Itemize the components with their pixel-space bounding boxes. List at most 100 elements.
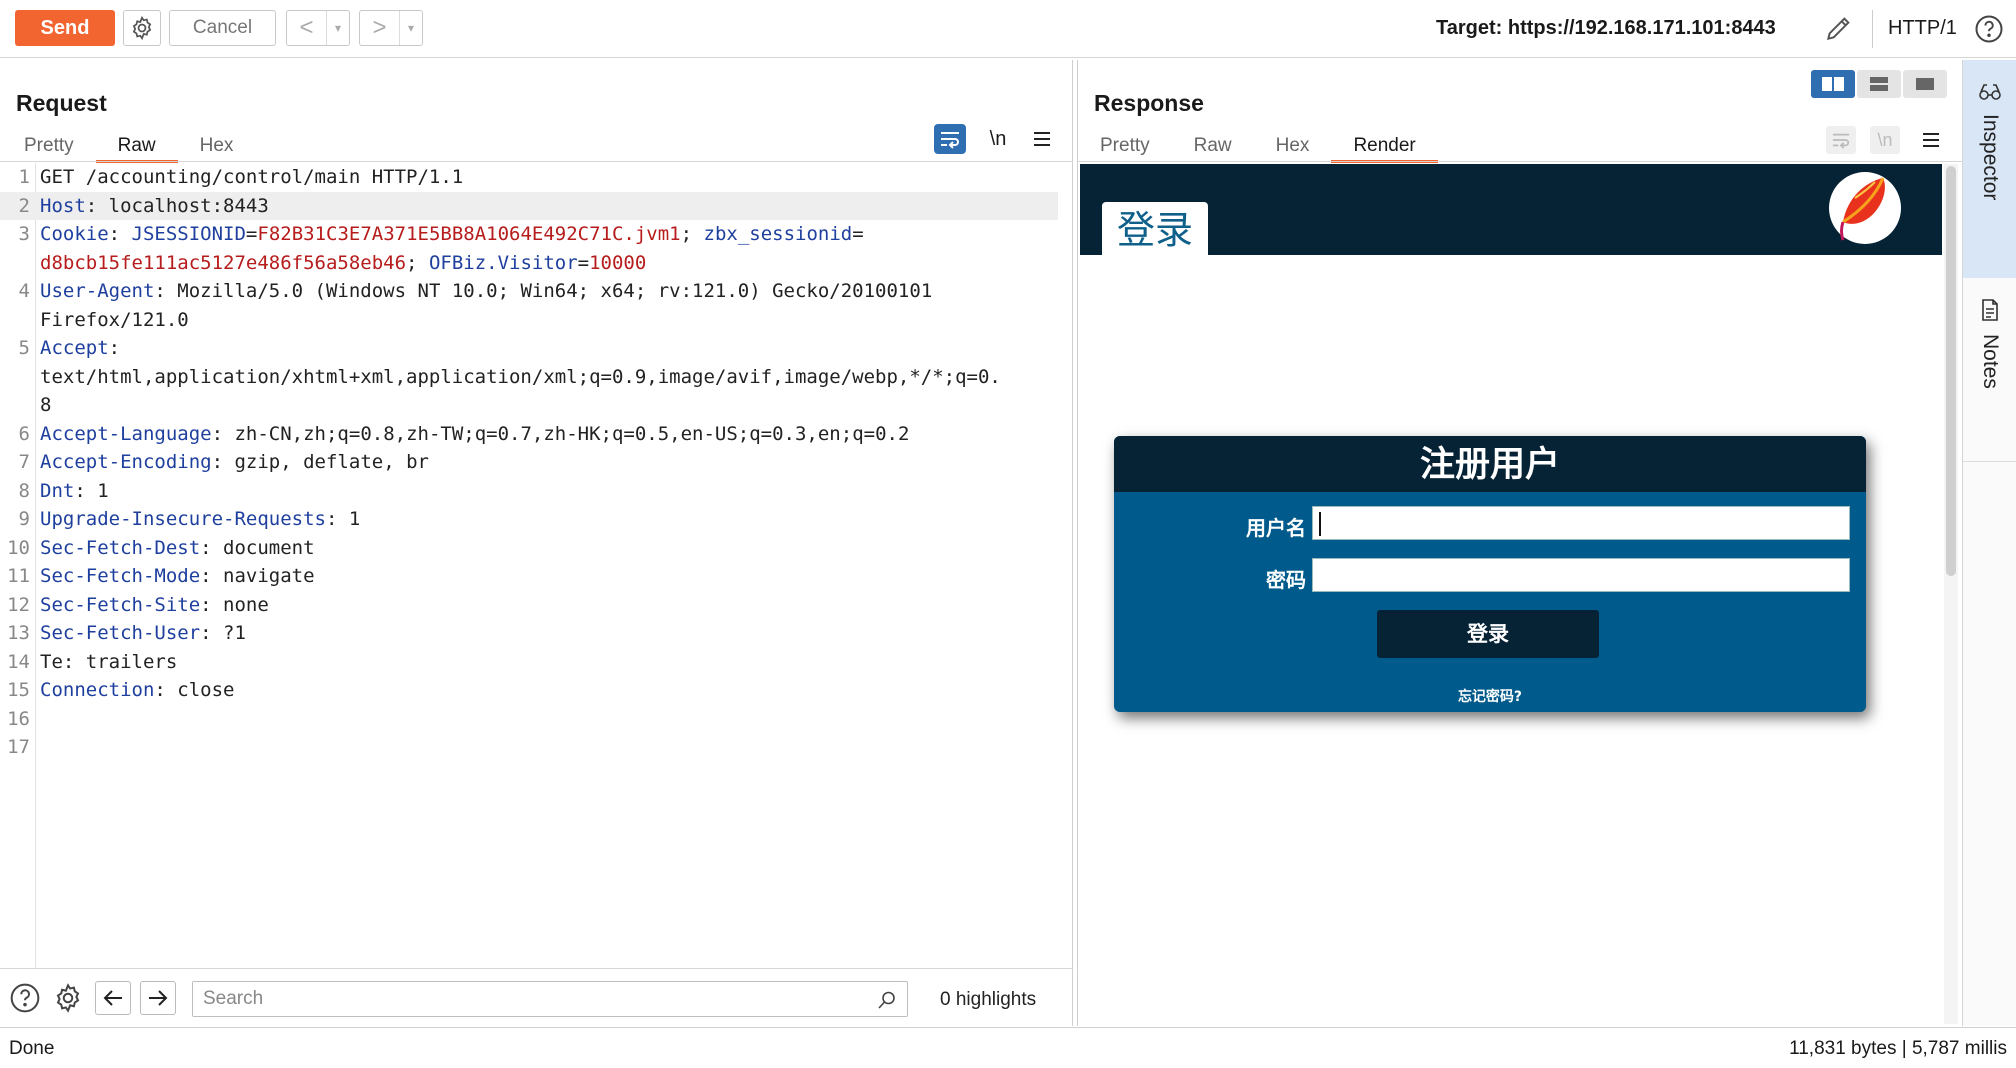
request-settings-button[interactable]	[123, 10, 161, 46]
site-login-tab[interactable]: 登录	[1102, 202, 1208, 255]
request-line: 13 Sec-Fetch-User: ?1	[0, 619, 1058, 648]
request-line: 5 Accept:	[0, 334, 1058, 363]
header-name: JSESSIONID	[131, 223, 246, 245]
line-segment: 8	[40, 394, 52, 416]
scrollbar-thumb[interactable]	[1946, 166, 1956, 576]
request-line: 6 Accept-Language: zh-CN,zh;q=0.8,zh-TW;q…	[0, 420, 1058, 449]
http-version-selector[interactable]: HTTP/1	[1888, 17, 1957, 40]
text-caret	[1319, 512, 1321, 536]
header-name: User-Agent	[40, 280, 155, 302]
line-segment: :	[154, 679, 178, 701]
word-wrap-toggle[interactable]	[934, 124, 966, 154]
line-segment: 1	[348, 508, 361, 530]
layout-stacked-button[interactable]	[1857, 70, 1901, 98]
username-row: 用户名	[1114, 506, 1866, 542]
search-help-button[interactable]	[8, 981, 42, 1015]
forgot-password-link[interactable]: 忘记密码?	[1114, 686, 1866, 706]
request-tab-pretty[interactable]: Pretty	[2, 130, 96, 162]
request-menu-button[interactable]	[1026, 124, 1058, 154]
menu-icon	[1034, 132, 1050, 146]
login-submit-button[interactable]: 登录	[1377, 610, 1599, 658]
line-segment: :	[108, 337, 121, 359]
login-form: 注册用户 用户名 密码 登录 忘记密码?	[1114, 436, 1866, 712]
edit-target-button[interactable]	[1823, 12, 1855, 44]
response-tab-raw[interactable]: Raw	[1172, 130, 1254, 162]
line-segment: ?1	[223, 622, 246, 644]
line-number: 15	[7, 679, 30, 701]
line-segment: Mozilla/5.0 (Windows NT 10.0; Win64; x64…	[177, 280, 933, 302]
help-button[interactable]	[1974, 14, 2004, 44]
forward-history-dropdown[interactable]: ▾	[400, 11, 422, 45]
next-match-button[interactable]	[140, 981, 176, 1015]
line-segment: 1	[97, 479, 109, 502]
header-name: Dnt	[40, 479, 75, 502]
line-text: Host: localhost:8443	[40, 192, 269, 221]
search-box	[192, 981, 908, 1017]
username-label: 用户名	[1246, 516, 1306, 540]
send-button[interactable]: Send	[15, 10, 115, 46]
password-input[interactable]	[1312, 558, 1850, 592]
line-segment: :	[200, 622, 224, 644]
request-tab-raw[interactable]: Raw	[95, 130, 178, 163]
back-button[interactable]: <	[287, 11, 327, 45]
response-menu-button[interactable]	[1916, 126, 1946, 154]
newline-icon: \n	[1877, 129, 1893, 150]
inspector-tab[interactable]: Inspector	[1963, 60, 2016, 278]
password-row: 密码	[1114, 558, 1866, 594]
response-tabs-divider	[1078, 161, 1962, 162]
request-editor[interactable]: 1 GET /accounting/control/main HTTP/1.1 2 H…	[0, 163, 1073, 968]
search-icon	[878, 991, 895, 1009]
help-icon	[10, 983, 40, 1013]
response-tab-hex[interactable]: Hex	[1254, 130, 1332, 162]
header-value: F82B31C3E7A371E5BB8A1064E492C71C.jvm1	[257, 223, 681, 245]
line-segment: text/html,application/xhtml+xml,applicat…	[40, 365, 1001, 388]
line-text: 8	[40, 391, 51, 420]
request-line: 10 Sec-Fetch-Dest: document	[0, 534, 1058, 563]
cancel-button[interactable]: Cancel	[169, 10, 276, 46]
line-text: User-Agent: Mozilla/5.0 (Windows NT 10.0…	[40, 277, 932, 306]
newline-icon: \n	[989, 127, 1007, 150]
header-name: Sec-Fetch-Dest	[40, 536, 201, 559]
header-name: Upgrade-Insecure-Requests	[40, 508, 326, 530]
response-tab-render[interactable]: Render	[1331, 130, 1439, 163]
request-line: d8bcb15fe111ac5127e486f56a58eb46; OFBiz.…	[0, 249, 1058, 278]
response-show-newlines-toggle[interactable]: \n	[1870, 126, 1900, 154]
back-history-dropdown[interactable]: ▾	[327, 11, 349, 45]
line-number: 5	[18, 337, 30, 359]
notes-icon	[1982, 299, 1998, 321]
request-title: Request	[16, 90, 107, 116]
search-settings-button[interactable]	[50, 981, 86, 1015]
request-line: Firefox/121.0	[0, 306, 1058, 335]
username-input[interactable]	[1312, 506, 1850, 540]
line-segment: :	[74, 479, 98, 502]
request-tab-hex[interactable]: Hex	[178, 130, 256, 162]
line-text: GET /accounting/control/main HTTP/1.1	[40, 163, 463, 192]
layout-side-by-side-button[interactable]	[1811, 70, 1855, 98]
toolbar-divider	[1872, 10, 1873, 48]
header-value: 10000	[589, 251, 647, 274]
search-input[interactable]	[193, 982, 853, 1016]
line-segment: :	[211, 422, 235, 445]
render-scrollbar[interactable]	[1944, 164, 1958, 1024]
line-number: 1	[18, 166, 30, 188]
status-bar: Done 11,831 bytes | 5,787 millis	[0, 1027, 2016, 1068]
line-text: Sec-Fetch-User: ?1	[40, 619, 246, 648]
request-line: 8	[0, 391, 1058, 420]
split-rows-icon	[1870, 77, 1888, 91]
line-number: 13	[7, 622, 30, 644]
header-name: Host	[40, 194, 86, 217]
line-segment: Te: trailers	[40, 650, 178, 673]
chevron-down-icon: ▾	[407, 21, 415, 35]
pencil-icon	[1826, 17, 1850, 41]
previous-match-button[interactable]	[95, 981, 131, 1015]
notes-tab[interactable]: Notes	[1963, 284, 2016, 462]
response-tab-pretty[interactable]: Pretty	[1078, 130, 1172, 162]
request-line: 16	[0, 705, 1058, 734]
show-newlines-toggle[interactable]: \n	[982, 124, 1014, 154]
line-text: Accept-Language: zh-CN,zh;q=0.8,zh-TW;q=…	[40, 420, 909, 449]
menu-icon	[1923, 133, 1939, 147]
request-line: 3 Cookie: JSESSIONID=F82B31C3E7A371E5BB8A…	[0, 220, 1058, 249]
response-word-wrap-toggle[interactable]	[1826, 126, 1856, 154]
forward-button[interactable]: >	[360, 11, 400, 45]
layout-tabbed-button[interactable]	[1903, 70, 1947, 98]
